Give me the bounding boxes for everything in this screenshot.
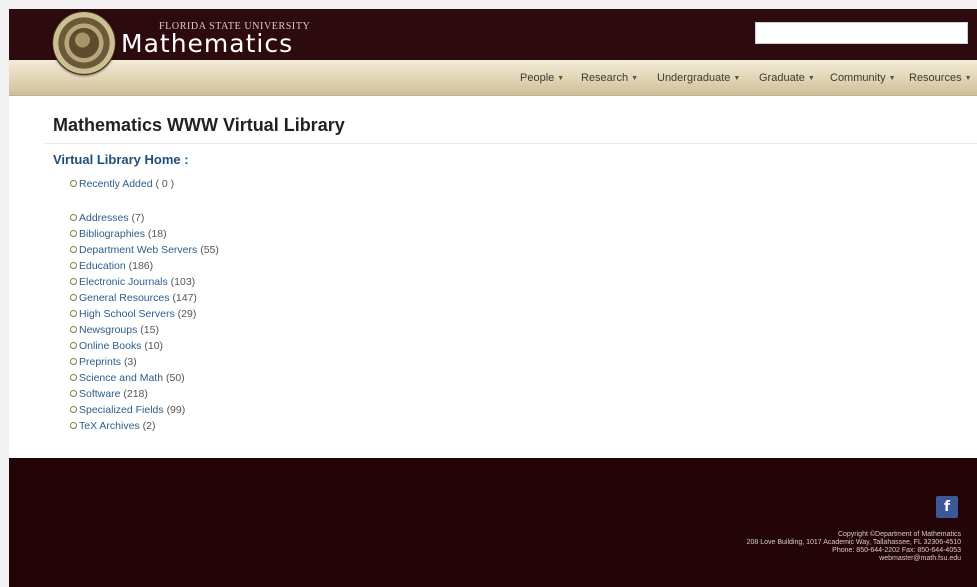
bullet-icon [70, 294, 77, 301]
nav-item-label: Resources [909, 72, 962, 84]
bullet-icon [70, 390, 77, 397]
list-item: Preprints (3) [70, 354, 219, 370]
copyright-text: Copyright ©Department of Mathematics [837, 531, 961, 538]
phone-text: Phone: 850-644-2202 Fax: 850-644-4053 [832, 547, 961, 554]
nav-item-graduate[interactable]: Graduate ▼ [759, 60, 815, 95]
search-input[interactable] [755, 22, 968, 44]
footer-contact: Copyright ©Department of Mathematics 208… [747, 531, 961, 563]
item-count: (29) [177, 308, 197, 320]
bullet-icon [70, 406, 77, 413]
bullet-icon [70, 278, 77, 285]
caret-down-icon: ▼ [888, 75, 896, 82]
category-link[interactable]: Software [79, 388, 120, 400]
caret-down-icon: ▼ [733, 75, 741, 82]
category-list: Addresses (7) Bibliographies (18) Depart… [70, 210, 219, 434]
list-item: Specialized Fields (99) [70, 402, 219, 418]
page-title: Mathematics WWW Virtual Library [53, 115, 345, 135]
item-count: (218) [123, 388, 148, 400]
list-item: Bibliographies (18) [70, 226, 219, 242]
bullet-icon [70, 180, 77, 187]
university-seal-logo[interactable] [52, 11, 116, 75]
list-item: High School Servers (29) [70, 306, 219, 322]
facebook-icon[interactable]: f [936, 496, 958, 518]
category-link[interactable]: General Resources [79, 292, 169, 304]
list-item: TeX Archives (2) [70, 418, 219, 434]
list-item: Addresses (7) [70, 210, 219, 226]
nav-item-label: People [520, 72, 555, 84]
list-item: Electronic Journals (103) [70, 274, 219, 290]
item-count: (50) [165, 372, 185, 384]
list-item: Software (218) [70, 386, 219, 402]
nav-item-undergraduate[interactable]: Undergraduate ▼ [657, 60, 740, 95]
site-header: FLORIDA STATE UNIVERSITY Mathematics [9, 9, 977, 75]
list-item: Newsgroups (15) [70, 322, 219, 338]
bullet-icon [70, 310, 77, 317]
category-link[interactable]: Newsgroups [79, 324, 137, 336]
category-link[interactable]: Electronic Journals [79, 276, 168, 288]
bullet-icon [70, 246, 77, 253]
bullet-icon [70, 358, 77, 365]
bullet-icon [70, 230, 77, 237]
bullet-icon [70, 214, 77, 221]
list-item: Science and Math (50) [70, 370, 219, 386]
page: FLORIDA STATE UNIVERSITY Mathematics Peo… [9, 9, 977, 587]
nav-item-label: Undergraduate [657, 72, 731, 84]
item-count: (99) [166, 404, 186, 416]
caret-down-icon: ▼ [631, 75, 639, 82]
email-link[interactable]: webmaster@math.fsu.edu [747, 555, 961, 563]
recently-added-item: Recently Added ( 0 ) [70, 178, 174, 190]
caret-down-icon: ▼ [964, 75, 972, 82]
bullet-icon [70, 326, 77, 333]
bullet-icon [70, 422, 77, 429]
category-link[interactable]: Department Web Servers [79, 244, 197, 256]
item-count: (18) [147, 228, 167, 240]
list-item: Online Books (10) [70, 338, 219, 354]
category-link[interactable]: Bibliographies [79, 228, 145, 240]
item-count: (7) [131, 212, 145, 224]
list-item: General Resources (147) [70, 290, 219, 306]
department-name[interactable]: Mathematics [121, 29, 293, 58]
item-count: (10) [144, 340, 164, 352]
main-nav: People ▼ Research ▼ Undergraduate ▼ Graduat… [9, 60, 977, 96]
nav-item-label: Community [830, 72, 886, 84]
caret-down-icon: ▼ [557, 75, 565, 82]
bullet-icon [70, 342, 77, 349]
nav-item-community[interactable]: Community ▼ [830, 60, 896, 95]
nav-item-resources[interactable]: Resources ▼ [909, 60, 972, 95]
nav-item-people[interactable]: People ▼ [520, 60, 564, 95]
item-count: (55) [200, 244, 219, 256]
category-link[interactable]: High School Servers [79, 308, 175, 320]
bullet-icon [70, 374, 77, 381]
bullet-icon [70, 262, 77, 269]
list-item: Department Web Servers (55) [70, 242, 219, 258]
divider [45, 143, 977, 144]
section-heading: Virtual Library Home : [53, 152, 189, 167]
nav-item-research[interactable]: Research ▼ [581, 60, 638, 95]
site-footer: f Copyright ©Department of Mathematics 2… [9, 458, 977, 587]
seal-center-icon [69, 28, 99, 58]
item-count: (186) [128, 260, 154, 272]
category-link[interactable]: Education [79, 260, 126, 272]
item-count: (2) [142, 420, 156, 432]
category-link[interactable]: Addresses [79, 212, 129, 224]
category-link[interactable]: Preprints [79, 356, 121, 368]
item-count: (15) [140, 324, 159, 336]
category-link[interactable]: Specialized Fields [79, 404, 164, 416]
recently-added-link[interactable]: Recently Added [79, 178, 153, 190]
item-count: (147) [172, 292, 197, 304]
item-count: (3) [123, 356, 137, 368]
category-link[interactable]: Online Books [79, 340, 141, 352]
list-item: Education (186) [70, 258, 219, 274]
item-count: (103) [170, 276, 196, 288]
address-text: 208 Love Building, 1017 Academic Way, Ta… [746, 539, 961, 546]
caret-down-icon: ▼ [807, 75, 815, 82]
nav-item-label: Research [581, 72, 629, 84]
nav-item-label: Graduate [759, 72, 805, 84]
category-link[interactable]: Science and Math [79, 372, 163, 384]
item-count: ( 0 ) [155, 178, 175, 190]
category-link[interactable]: TeX Archives [79, 420, 140, 432]
